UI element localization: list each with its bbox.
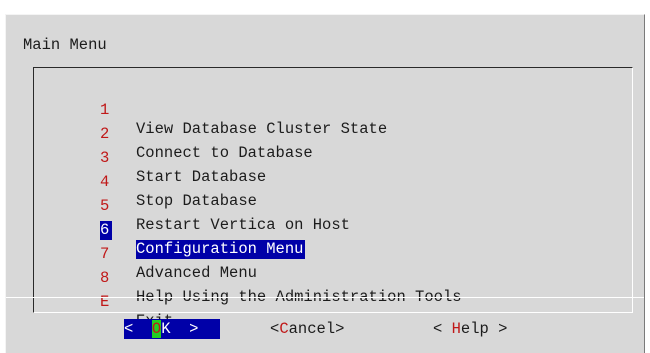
menu-item-label: Restart Vertica on Host (136, 216, 350, 234)
menu-item-configuration-menu[interactable]: 6 Configuration Menu (0, 202, 306, 259)
menu-item-restart-vertica[interactable]: 5 Restart Vertica on Host (0, 178, 350, 234)
menu-item-key: E (100, 293, 110, 311)
menu-list-frame (33, 67, 633, 313)
dialog-title: Main Menu (23, 36, 107, 54)
ok-button-rest: K > (161, 320, 199, 338)
menu-item-view-cluster-state[interactable]: 1 View Database Cluster State (0, 82, 387, 138)
menu-item-key: 4 (100, 173, 110, 191)
menu-item-key: 1 (100, 101, 110, 119)
ok-button[interactable]: < OK > (124, 319, 220, 339)
menu-item-label: View Database Cluster State (136, 120, 388, 138)
cancel-button[interactable]: <Cancel> (270, 319, 344, 339)
ok-button-left: < (124, 320, 152, 338)
menu-item-advanced-menu[interactable]: 7 Advanced Menu (0, 226, 257, 282)
menu-item-start-database[interactable]: 3 Start Database (0, 130, 266, 186)
menu-item-key: 2 (100, 125, 110, 143)
menu-item-connect-database[interactable]: 2 Connect to Database (0, 106, 313, 162)
help-button-left: < (433, 320, 452, 338)
menu-item-exit[interactable]: E Exit (0, 274, 173, 330)
menu-item-key: 3 (100, 149, 110, 167)
menu-item-label: Advanced Menu (136, 264, 257, 282)
help-button-hotkey: H (451, 320, 461, 338)
menu-item-label: Configuration Menu (136, 240, 306, 259)
ok-button-hotkey: O (151, 320, 162, 338)
button-row-separator (6, 297, 644, 298)
menu-item-key: 5 (100, 197, 110, 215)
cancel-button-hotkey: C (279, 320, 289, 338)
menu-item-label: Stop Database (136, 192, 257, 210)
menu-item-stop-database[interactable]: 4 Stop Database (0, 154, 257, 210)
menu-item-key: 8 (100, 269, 110, 287)
cancel-button-left: < (270, 320, 280, 338)
help-button-rest: elp > (460, 320, 508, 338)
menu-item-key: 7 (100, 245, 110, 263)
menu-item-help-admin-tools[interactable]: 8 Help Using the Administration Tools (0, 250, 462, 306)
help-button[interactable]: < Help > (433, 319, 507, 339)
cancel-button-rest: ancel> (288, 320, 345, 338)
menu-item-label: Start Database (136, 168, 267, 186)
menu-item-key: 6 (100, 221, 112, 240)
menu-item-label: Connect to Database (136, 144, 313, 162)
